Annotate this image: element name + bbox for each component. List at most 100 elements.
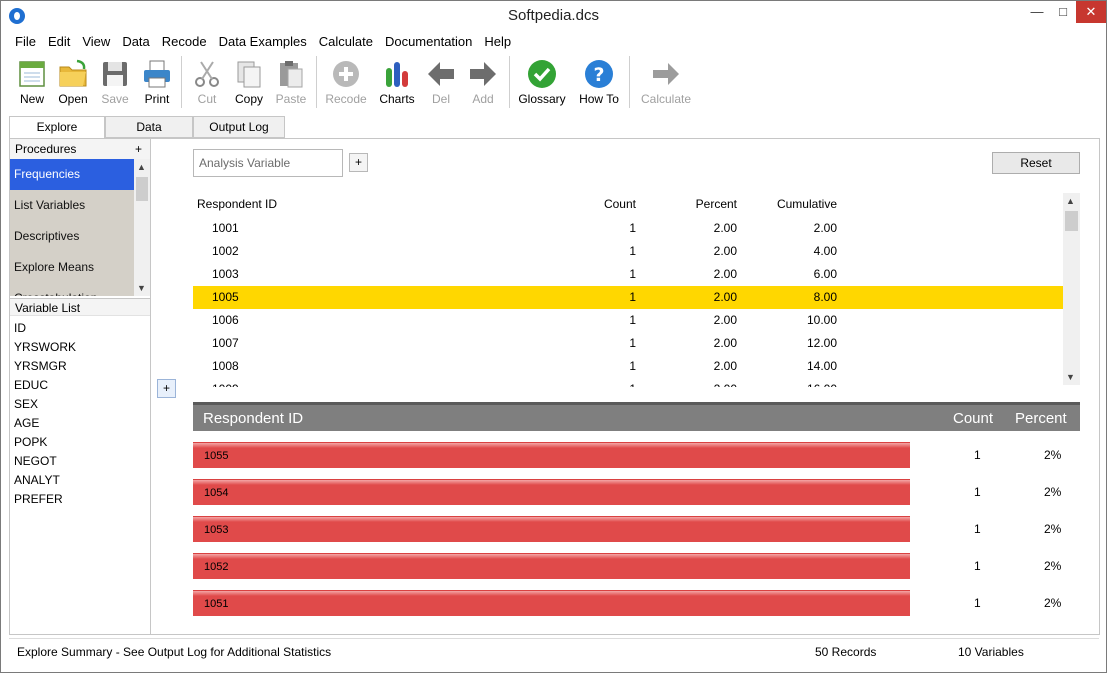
variable-item[interactable]: YRSWORK	[14, 338, 76, 357]
cell-cumulative: 6.00	[813, 267, 837, 281]
variable-list: ID YRSWORK YRSMGR EDUC SEX AGE POPK NEGO…	[14, 319, 76, 509]
bar-row[interactable]: 1054 1 2%	[193, 479, 1080, 516]
menu-data[interactable]: Data	[116, 33, 155, 51]
close-button[interactable]: ✕	[1076, 1, 1106, 23]
procedure-item-explore-means[interactable]: Explore Means	[10, 252, 134, 283]
help-question-icon: ?	[585, 60, 613, 88]
bar-count: 1	[974, 448, 981, 462]
bar-count: 1	[974, 596, 981, 610]
procedure-item-list-variables[interactable]: List Variables	[10, 190, 134, 221]
toolbar-separator	[629, 56, 630, 108]
svg-text:?: ?	[593, 64, 604, 86]
cell-count: 1	[629, 378, 636, 387]
variable-item[interactable]: PREFER	[14, 490, 76, 509]
variable-item[interactable]: ID	[14, 319, 76, 338]
variable-item[interactable]: EDUC	[14, 376, 76, 395]
bar-row[interactable]: 1055 1 2%	[193, 442, 1080, 479]
variable-item[interactable]: AGE	[14, 414, 76, 433]
menu-calculate[interactable]: Calculate	[313, 33, 379, 51]
add-button[interactable]: Add	[460, 54, 506, 110]
paste-button[interactable]: Paste	[268, 54, 314, 110]
menu-help[interactable]: Help	[478, 33, 517, 51]
print-button[interactable]: Print	[134, 54, 180, 110]
menu-view[interactable]: View	[76, 33, 116, 51]
table-row[interactable]: 1007 1 2.00 12.00	[193, 332, 1063, 355]
table-row[interactable]: 1001 1 2.00 2.00	[193, 217, 1063, 240]
cell-count: 1	[629, 267, 636, 281]
variable-item[interactable]: SEX	[14, 395, 76, 414]
procedures-scrollbar[interactable]: ▲ ▼	[134, 159, 150, 296]
bar-row[interactable]: 1052 1 2%	[193, 553, 1080, 590]
procedure-item-frequencies[interactable]: Frequencies	[10, 159, 134, 190]
bar-row[interactable]: 1053 1 2%	[193, 516, 1080, 553]
table-row[interactable]: 1006 1 2.00 10.00	[193, 309, 1063, 332]
howto-button[interactable]: ? How To	[576, 54, 622, 110]
maximize-button[interactable]: □	[1050, 1, 1076, 23]
scroll-up-icon[interactable]: ▲	[1066, 196, 1075, 206]
cell-count: 1	[629, 359, 636, 373]
analysis-add-button[interactable]: +	[349, 153, 368, 172]
bar-percent: 2%	[1044, 485, 1062, 499]
bar-percent: 2%	[1044, 522, 1062, 536]
frequency-table: 1001 1 2.00 2.00 1002 1 2.00 4.00 1003 1…	[193, 217, 1063, 387]
open-folder-icon	[59, 59, 87, 87]
cell-count: 1	[629, 313, 636, 327]
variable-item[interactable]: NEGOT	[14, 452, 76, 471]
reset-button[interactable]: Reset	[992, 152, 1080, 174]
cell-count: 1	[629, 244, 636, 258]
variable-item[interactable]: POPK	[14, 433, 76, 452]
column-header-cumulative[interactable]: Cumulative	[777, 197, 837, 211]
left-panel: Procedures + Frequencies List Variables …	[9, 138, 151, 635]
table-row-selected[interactable]: 1005 1 2.00 8.00	[193, 286, 1063, 309]
minimize-button[interactable]: —	[1024, 1, 1050, 23]
table-row[interactable]: 1008 1 2.00 14.00	[193, 355, 1063, 378]
table-row[interactable]: 1002 1 2.00 4.00	[193, 240, 1063, 263]
recode-button[interactable]: Recode	[323, 54, 369, 110]
menu-file[interactable]: File	[9, 33, 42, 51]
variable-item[interactable]: ANALYT	[14, 471, 76, 490]
cell-id: 1003	[212, 267, 239, 281]
bar-id: 1053	[193, 516, 910, 542]
cell-percent: 2.00	[713, 221, 737, 235]
column-header-id[interactable]: Respondent ID	[197, 197, 277, 211]
tab-explore[interactable]: Explore	[9, 116, 105, 139]
bar-id: 1054	[193, 479, 910, 505]
add-label: Add	[472, 92, 494, 106]
printer-icon	[144, 60, 170, 88]
column-header-count[interactable]: Count	[604, 197, 636, 211]
status-variables: 10 Variables	[958, 645, 1024, 659]
scroll-thumb[interactable]	[136, 177, 148, 201]
cell-count: 1	[629, 221, 636, 235]
scroll-down-icon[interactable]: ▼	[137, 283, 146, 293]
copy-icon	[237, 61, 261, 88]
table-row[interactable]: 1003 1 2.00 6.00	[193, 263, 1063, 286]
frequency-table-scrollbar[interactable]: ▲ ▼	[1063, 193, 1080, 385]
add-variable-button[interactable]: +	[157, 379, 176, 398]
menu-documentation[interactable]: Documentation	[379, 33, 478, 51]
cell-percent: 2.00	[713, 290, 737, 304]
tab-data[interactable]: Data	[105, 116, 193, 138]
menu-edit[interactable]: Edit	[42, 33, 76, 51]
analysis-variable-field[interactable]: Analysis Variable	[193, 149, 343, 177]
scroll-up-icon[interactable]: ▲	[137, 162, 146, 172]
status-bar: Explore Summary - See Output Log for Add…	[9, 638, 1099, 664]
table-row[interactable]: 1009 1 2.00 16.00	[193, 378, 1063, 387]
scroll-thumb[interactable]	[1065, 211, 1078, 231]
cell-id: 1005	[212, 290, 239, 304]
procedures-add-button[interactable]: +	[135, 139, 142, 159]
calculate-button[interactable]: Calculate	[641, 54, 691, 110]
tab-output-log[interactable]: Output Log	[193, 116, 285, 138]
cell-percent: 2.00	[713, 313, 737, 327]
procedure-item-crosstabulation[interactable]: Crosstabulation	[10, 283, 134, 296]
column-header-percent[interactable]: Percent	[696, 197, 737, 211]
bar-row[interactable]: 1051 1 2%	[193, 590, 1080, 627]
procedures-list: Frequencies List Variables Descriptives …	[10, 159, 134, 296]
variable-item[interactable]: YRSMGR	[14, 357, 76, 376]
menu-data-examples[interactable]: Data Examples	[213, 33, 313, 51]
glossary-button[interactable]: Glossary	[518, 54, 566, 110]
menu-recode[interactable]: Recode	[156, 33, 213, 51]
scroll-down-icon[interactable]: ▼	[1066, 372, 1075, 382]
bar-percent: 2%	[1044, 596, 1062, 610]
add-circle-icon	[333, 61, 359, 87]
procedure-item-descriptives[interactable]: Descriptives	[10, 221, 134, 252]
